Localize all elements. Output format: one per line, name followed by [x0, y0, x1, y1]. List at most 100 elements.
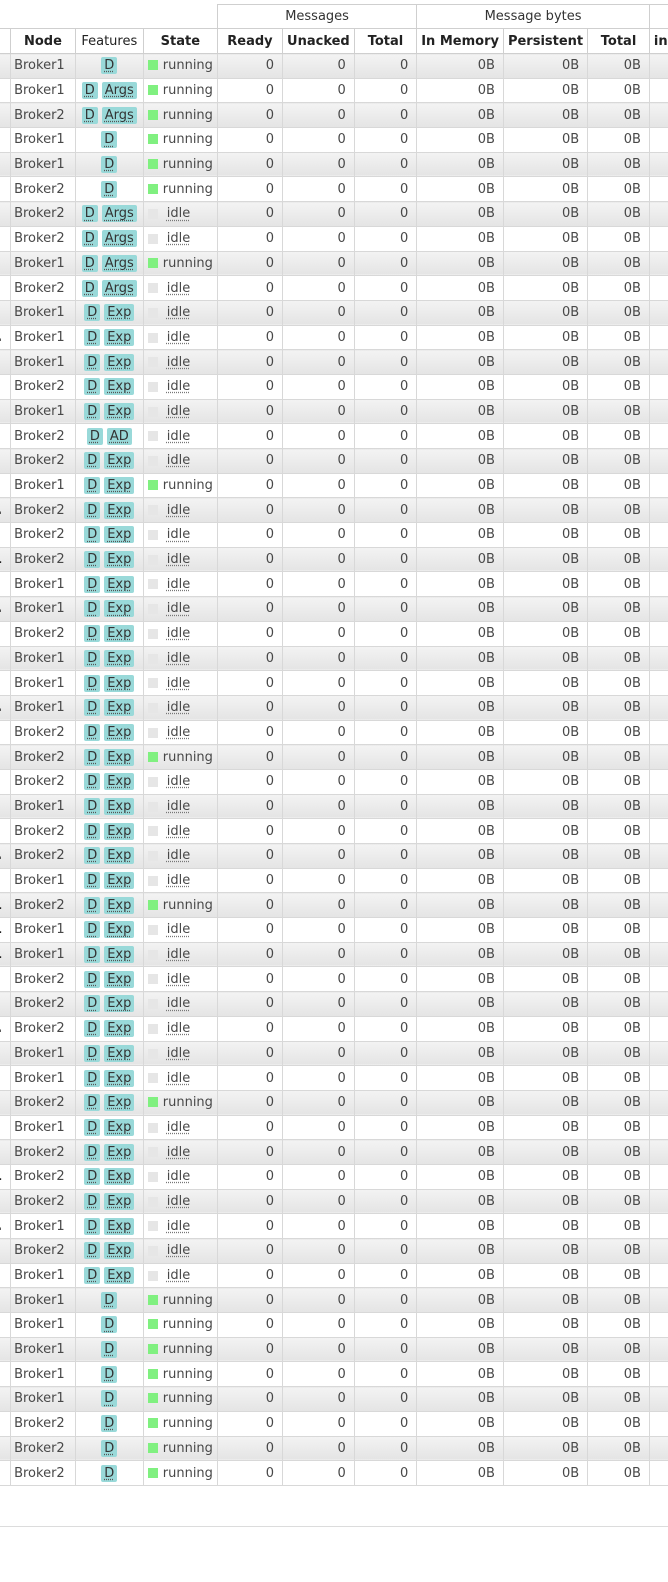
queue-name-cell[interactable] — [0, 250, 12, 277]
feature-badge[interactable]: Exp — [104, 575, 135, 593]
feature-badge[interactable]: Exp — [104, 649, 135, 667]
feature-badge[interactable]: D — [84, 847, 101, 865]
queue-name-cell[interactable] — [0, 645, 12, 672]
queue-name-cell[interactable] — [0, 102, 12, 129]
state-label[interactable]: idle — [167, 231, 190, 246]
table-row[interactable]: 1Broker2DExpidle0000B0B0B — [0, 546, 668, 573]
feature-badge[interactable]: D — [101, 57, 118, 75]
header-ready[interactable]: Ready — [216, 28, 284, 54]
state-label[interactable]: idle — [167, 527, 190, 542]
state-label[interactable]: idle — [167, 305, 190, 320]
feature-badge[interactable]: Exp — [104, 600, 135, 618]
feature-badge[interactable]: Exp — [104, 1192, 135, 1210]
feature-badge[interactable]: D — [84, 353, 101, 371]
feature-badge[interactable]: D — [84, 1143, 101, 1161]
feature-badge[interactable]: D — [84, 822, 101, 840]
table-row[interactable]: .Broker2DExpidle0000B0B0B — [0, 497, 668, 524]
queue-name-cell[interactable] — [0, 77, 12, 104]
feature-badge[interactable]: D — [84, 402, 101, 420]
queue-name-cell[interactable]: 1 — [0, 892, 12, 919]
state-label[interactable]: idle — [167, 1243, 190, 1258]
state-label[interactable]: idle — [167, 972, 190, 987]
feature-badge[interactable]: D — [84, 921, 101, 939]
feature-badge[interactable]: D — [84, 970, 101, 988]
table-row[interactable]: 1Broker1DExpidle0000B0B0B — [0, 941, 668, 968]
feature-badge[interactable]: Args — [101, 82, 137, 100]
feature-badge[interactable]: D — [84, 1267, 101, 1285]
feature-badge[interactable]: D — [84, 896, 101, 914]
feature-badge[interactable]: D — [84, 1094, 101, 1112]
feature-badge[interactable]: Exp — [104, 378, 135, 396]
state-label[interactable]: idle — [167, 1021, 190, 1036]
feature-badge[interactable]: Exp — [104, 970, 135, 988]
feature-badge[interactable]: Exp — [104, 946, 135, 964]
queue-name-cell[interactable] — [0, 818, 12, 844]
feature-badge[interactable]: D — [84, 1118, 101, 1136]
state-label[interactable]: idle — [167, 429, 190, 444]
table-row[interactable]: Broker1 D Exp idle 0 0 0 0B 0B 0B — [0, 645, 668, 672]
feature-badge[interactable]: D — [84, 1044, 101, 1062]
table-row[interactable]: Broker1 D Exp idle 0 0 0 0B 0B 0B — [0, 571, 668, 598]
state-label[interactable]: idle — [167, 996, 190, 1011]
state-label[interactable]: idle — [167, 1169, 190, 1184]
table-row[interactable]: .Broker1DExpidle0000B0B0B — [0, 1213, 668, 1239]
queue-name-cell[interactable] — [0, 225, 12, 252]
feature-badge[interactable]: Exp — [104, 501, 135, 519]
table-row[interactable]: Broker2 D Exp idle 0 0 0 0B 0B 0B — [0, 1139, 668, 1165]
feature-badge[interactable]: Exp — [104, 477, 135, 495]
queue-name-cell[interactable]: 1 — [0, 546, 12, 573]
table-row[interactable]: Broker1 Drunning 0 0 0 0B 0B 0B — [0, 127, 668, 153]
queue-name-cell[interactable] — [0, 1460, 12, 1486]
header-node[interactable]: Node — [10, 28, 76, 54]
header-bytes-total[interactable]: Total — [587, 28, 650, 54]
feature-badge[interactable]: D — [101, 131, 118, 149]
feature-badge[interactable]: Exp — [104, 723, 135, 741]
queue-name-cell[interactable]: . — [0, 324, 12, 351]
table-row[interactable]: Broker2 D Args running 0 0 0 0B 0B 0B — [0, 102, 668, 129]
feature-badge[interactable]: Exp — [104, 304, 135, 322]
feature-badge[interactable]: D — [84, 995, 101, 1013]
state-label[interactable]: idle — [167, 1046, 190, 1061]
feature-badge[interactable]: Exp — [104, 896, 135, 914]
queue-name-cell[interactable] — [0, 1336, 12, 1363]
state-label[interactable]: idle — [167, 601, 190, 616]
state-label[interactable]: idle — [167, 947, 190, 962]
table-row[interactable]: Broker2 D Args idle 0 0 0 0B 0B 0B — [0, 225, 668, 252]
queue-name-cell[interactable]: . — [0, 1213, 12, 1239]
table-row[interactable]: Broker1 D Exp idle 0 0 0 0B 0B 0B — [0, 793, 668, 820]
feature-badge[interactable]: Exp — [104, 452, 135, 470]
feature-badge[interactable]: D — [84, 797, 101, 815]
state-label[interactable]: idle — [167, 1268, 190, 1283]
feature-badge[interactable]: Exp — [104, 526, 135, 544]
state-label[interactable]: idle — [167, 379, 190, 394]
feature-badge[interactable]: Args — [101, 254, 137, 272]
feature-badge[interactable]: Exp — [104, 995, 135, 1013]
feature-badge[interactable]: Exp — [104, 797, 135, 815]
table-row[interactable]: Broker1 Drunning 0 0 0 0B 0B 0B — [0, 1312, 668, 1338]
table-row[interactable]: Broker1 D Exp idle 0 0 0 0B 0B 0B — [0, 299, 668, 326]
feature-badge[interactable]: D — [84, 674, 101, 692]
queue-name-cell[interactable]: 1 — [0, 917, 12, 943]
table-row[interactable]: Broker1 D Exp idle 0 0 0 0B 0B 0B — [0, 1040, 668, 1067]
table-row[interactable]: Broker1 D Exp idle 0 0 0 0B 0B 0B — [0, 398, 668, 425]
state-label[interactable]: idle — [167, 453, 190, 468]
table-row[interactable]: .Broker1DExpidle0000B0B0B — [0, 596, 668, 622]
table-row[interactable]: Broker1 Drunning 0 0 0 0B 0B 0B — [0, 1336, 668, 1363]
table-row[interactable]: Broker2 D Exp idle 0 0 0 0B 0B 0B — [0, 719, 668, 746]
queue-name-cell[interactable] — [0, 1262, 12, 1289]
feature-badge[interactable]: Exp — [104, 625, 135, 643]
header-state[interactable]: State — [142, 28, 218, 54]
queue-name-cell[interactable] — [0, 1410, 12, 1437]
table-row[interactable]: 1Broker2DExpidle0000B0B0B — [0, 1163, 668, 1190]
feature-badge[interactable]: D — [84, 625, 101, 643]
feature-badge[interactable]: Exp — [104, 1242, 135, 1260]
feature-badge[interactable]: Exp — [104, 921, 135, 939]
feature-badge[interactable]: Exp — [104, 1069, 135, 1087]
queue-name-cell[interactable] — [0, 768, 12, 795]
state-label[interactable]: idle — [167, 824, 190, 839]
queue-name-cell[interactable] — [0, 1089, 12, 1116]
feature-badge[interactable]: D — [84, 328, 101, 346]
feature-badge[interactable]: D — [101, 1341, 118, 1359]
table-row[interactable]: Broker2 D Args idle 0 0 0 0B 0B 0B — [0, 275, 668, 301]
feature-badge[interactable]: Exp — [104, 402, 135, 420]
